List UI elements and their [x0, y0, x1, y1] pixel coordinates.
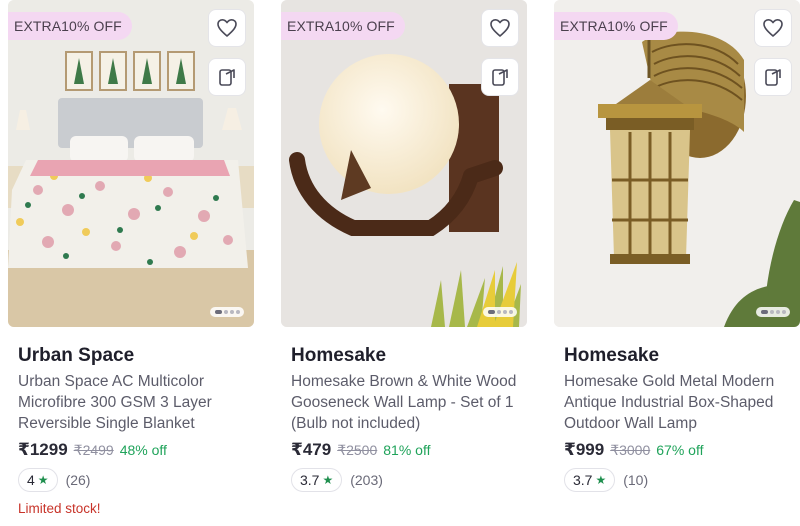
discount-label: 81% off	[383, 442, 431, 458]
discount-label: 67% off	[656, 442, 704, 458]
product-title[interactable]: Homesake Brown & White Wood Gooseneck Wa…	[291, 371, 527, 434]
product-image[interactable]: EXTRA10% OFF	[281, 0, 527, 327]
bedroom-blanket-photo	[8, 0, 254, 327]
product-title[interactable]: Homesake Gold Metal Modern Antique Indus…	[564, 371, 800, 434]
rating-row: 4 ★ (26)	[18, 468, 254, 492]
product-card[interactable]: EXTRA10% OFF Homesake Homesake Gold Meta…	[554, 0, 800, 526]
rating-value: 3.7	[573, 472, 593, 488]
rating-count: (26)	[65, 472, 91, 488]
share-button[interactable]	[754, 58, 792, 96]
image-carousel-dots	[210, 307, 244, 317]
selling-price: ₹999	[564, 440, 605, 459]
rating-value: 4	[27, 472, 35, 488]
share-button[interactable]	[481, 58, 519, 96]
rating-pill: 3.7 ★	[291, 468, 343, 492]
product-image[interactable]: EXTRA10% OFF	[554, 0, 800, 327]
product-brand: Homesake	[291, 345, 387, 366]
rating-value: 3.7	[300, 472, 320, 488]
product-brand: Urban Space	[18, 345, 135, 366]
star-icon: ★	[322, 473, 334, 487]
price-row: ₹1299 ₹2499 48% off	[18, 440, 254, 460]
rating-count: (203)	[350, 472, 383, 488]
product-title[interactable]: Urban Space AC Multicolor Microfibre 300…	[18, 371, 254, 434]
rating-pill: 3.7 ★	[564, 468, 616, 492]
product-image[interactable]: EXTRA10% OFF	[8, 0, 254, 327]
offer-badge: EXTRA10% OFF	[554, 12, 678, 40]
heart-icon	[763, 19, 783, 37]
product-info: Homesake Homesake Gold Metal Modern Anti…	[564, 345, 800, 492]
offer-badge: EXTRA10% OFF	[8, 12, 132, 40]
star-icon: ★	[595, 473, 607, 487]
share-button[interactable]	[208, 58, 246, 96]
share-icon	[219, 69, 235, 86]
product-info: Urban Space Urban Space AC Multicolor Mi…	[18, 345, 254, 516]
original-price: ₹2499	[73, 442, 114, 458]
rating-count: (10)	[623, 472, 649, 488]
image-carousel-dots	[483, 307, 517, 317]
rating-pill: 4 ★	[18, 468, 58, 492]
wishlist-button[interactable]	[208, 9, 246, 47]
price-row: ₹999 ₹3000 67% off	[564, 440, 800, 460]
product-card[interactable]: EXTRA10% OFF Homesake Homesake Brown & W…	[281, 0, 527, 526]
product-grid: EXTRA10% OFF Urban Space Urban Space AC …	[0, 0, 800, 526]
selling-price: ₹479	[291, 440, 332, 459]
heart-icon	[490, 19, 510, 37]
wishlist-button[interactable]	[481, 9, 519, 47]
product-info: Homesake Homesake Brown & White Wood Goo…	[291, 345, 527, 492]
selling-price: ₹1299	[18, 440, 68, 459]
rating-row: 3.7 ★ (10)	[564, 468, 800, 492]
wood-wall-lamp-photo	[281, 0, 527, 327]
product-card[interactable]: EXTRA10% OFF Urban Space Urban Space AC …	[8, 0, 254, 526]
rating-row: 3.7 ★ (203)	[291, 468, 527, 492]
gold-lantern-lamp-photo	[554, 0, 800, 327]
heart-icon	[217, 19, 237, 37]
limited-stock-label: Limited stock!	[18, 501, 101, 516]
offer-badge: EXTRA10% OFF	[281, 12, 405, 40]
original-price: ₹3000	[610, 442, 651, 458]
price-row: ₹479 ₹2500 81% off	[291, 440, 527, 460]
original-price: ₹2500	[337, 442, 378, 458]
discount-label: 48% off	[119, 442, 167, 458]
share-icon	[492, 69, 508, 86]
wishlist-button[interactable]	[754, 9, 792, 47]
star-icon: ★	[37, 473, 49, 487]
image-carousel-dots	[756, 307, 790, 317]
product-brand: Homesake	[564, 345, 660, 366]
share-icon	[765, 69, 781, 86]
